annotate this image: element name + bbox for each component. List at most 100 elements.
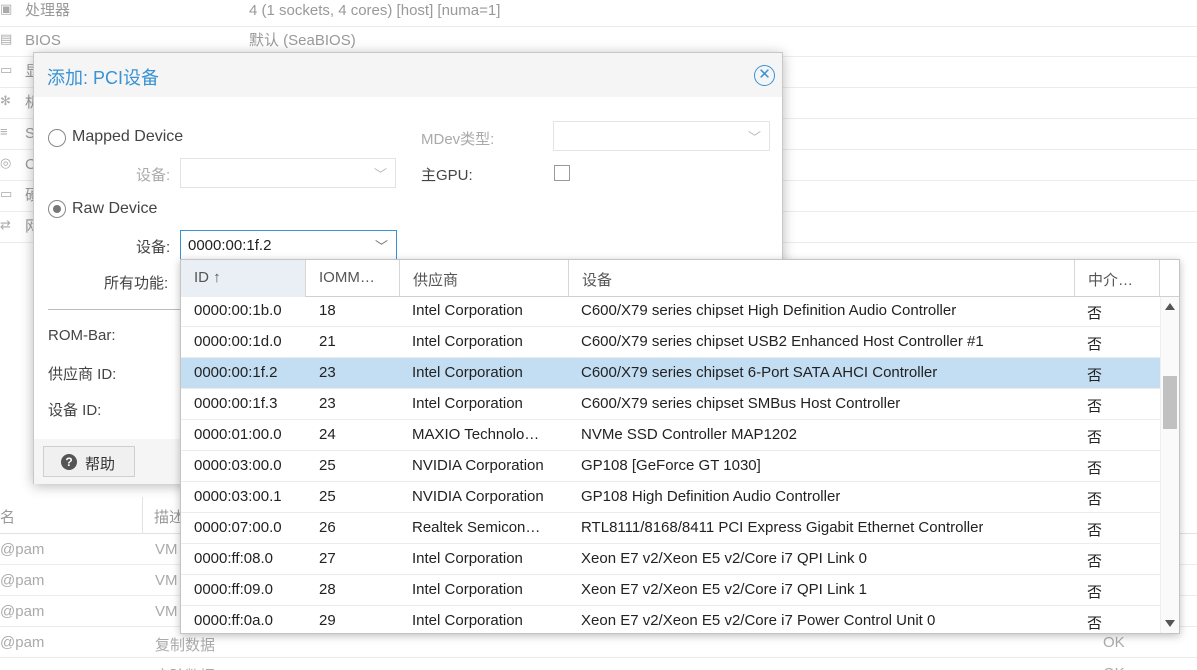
raw-device-label[interactable]: Raw Device (72, 200, 157, 218)
cell-iommu: 25 (319, 457, 336, 474)
help-icon: ? (61, 454, 77, 470)
column-header-mediated[interactable]: 中介… (1075, 260, 1160, 297)
table-row[interactable]: 0000:00:1f.3 23 Intel Corporation C600/X79 … (181, 389, 1160, 420)
task-user: @pam (0, 572, 45, 589)
cell-device: GP108 [GeForce GT 1030] (581, 457, 761, 474)
tasks-header-user[interactable]: 名 (0, 506, 15, 527)
cell-id: 0000:01:00.0 (194, 426, 282, 443)
cell-mediated: 否 (1087, 522, 1103, 539)
config-row[interactable]: ▣ 处理器 4 (1 sockets, 4 cores) [host] [numa=… (0, 0, 1197, 27)
cell-device: C600/X79 series chipset SMBus Host Contr… (581, 395, 901, 412)
cell-iommu: 23 (319, 395, 336, 412)
column-header-vendor-label: 供应商 (413, 272, 459, 289)
column-header-id-label: ID (194, 269, 209, 286)
table-row-selected[interactable]: 0000:00:1f.2 23 Intel Corporation C600/X79 … (181, 358, 1160, 389)
table-row[interactable]: 0000:00:1b.0 18 Intel Corporation C600/X79 … (181, 296, 1160, 327)
scroll-down-arrow-icon[interactable] (1165, 620, 1175, 627)
picker-header: ID ↑ IOMM… 供应商 设备 中介… (181, 260, 1179, 297)
gear-icon: ✻ (0, 93, 11, 108)
column-header-device[interactable]: 设备 (569, 260, 1075, 297)
raw-device-combo[interactable]: 0000:00:1f.2 ﹀ (180, 230, 397, 260)
cell-device: C600/X79 series chipset 6-Port SATA AHCI… (581, 364, 938, 381)
task-description: VM (155, 572, 178, 589)
mapped-device-label[interactable]: Mapped Device (72, 128, 183, 146)
disc-icon: ◎ (0, 155, 12, 170)
table-row[interactable]: 0000:ff:0a.0 29 Intel Corporation Xeon E7 v… (181, 606, 1160, 633)
sort-ascending-icon: ↑ (213, 269, 221, 286)
cell-iommu: 26 (319, 519, 336, 536)
chevron-down-icon: ﹀ (747, 130, 761, 145)
cell-id: 0000:ff:0a.0 (194, 612, 273, 629)
all-functions-label: 所有功能: (104, 275, 169, 292)
pci-device-picker: ID ↑ IOMM… 供应商 设备 中介… 0000:00:1b.0 18 Inte… (180, 259, 1180, 634)
cpu-icon: ▣ (0, 1, 13, 16)
cell-id: 0000:00:1b.0 (194, 302, 282, 319)
cell-mediated: 否 (1087, 615, 1103, 632)
chip-icon: ▤ (0, 31, 13, 46)
picker-scrollbar[interactable] (1160, 297, 1179, 633)
scroll-up-arrow-icon[interactable] (1165, 303, 1175, 310)
task-description: 复制数据 (155, 637, 216, 654)
cell-mediated: 否 (1087, 584, 1103, 601)
monitor-icon: ▭ (0, 62, 13, 77)
mapped-device-radio[interactable] (48, 129, 66, 147)
cell-vendor: Intel Corporation (412, 612, 523, 629)
cell-vendor: MAXIO Technolo… (412, 426, 540, 443)
column-header-id[interactable]: ID ↑ (181, 260, 306, 297)
column-header-vendor[interactable]: 供应商 (400, 260, 569, 297)
cell-id: 0000:03:00.0 (194, 457, 282, 474)
cell-iommu: 24 (319, 426, 336, 443)
primary-gpu-checkbox[interactable] (554, 165, 570, 181)
cell-iommu: 29 (319, 612, 336, 629)
column-header-mediated-label: 中介… (1088, 272, 1134, 289)
chevron-down-icon: ﹀ (374, 239, 388, 254)
cell-mediated: 否 (1087, 305, 1103, 322)
device-id-label: 设备 ID: (48, 402, 102, 419)
mdev-type-combo[interactable]: ﹀ (553, 121, 770, 151)
cell-vendor: NVIDIA Corporation (412, 457, 544, 474)
column-header-iommu-label: IOMM… (319, 269, 375, 286)
raw-device-radio[interactable] (48, 200, 66, 218)
table-row[interactable]: 0000:07:00.0 26 Realtek Semicon… RTL8111/81… (181, 513, 1160, 544)
cell-iommu: 25 (319, 488, 336, 505)
cell-device: C600/X79 series chipset USB2 Enhanced Ho… (581, 333, 984, 350)
table-row[interactable]: 0000:01:00.0 24 MAXIO Technolo… NVMe SSD Co… (181, 420, 1160, 451)
cell-mediated: 否 (1087, 429, 1103, 446)
task-status: OK (1103, 634, 1125, 651)
cell-id: 0000:00:1f.3 (194, 395, 278, 412)
table-row[interactable]: 0000:ff:08.0 27 Intel Corporation Xeon E7 v… (181, 544, 1160, 575)
hdd-icon: ▭ (0, 186, 13, 201)
cell-vendor: Intel Corporation (412, 333, 523, 350)
cell-vendor: Intel Corporation (412, 302, 523, 319)
cell-device: NVMe SSD Controller MAP1202 (581, 426, 797, 443)
cell-iommu: 27 (319, 550, 336, 567)
cell-vendor: NVIDIA Corporation (412, 488, 544, 505)
section-divider (48, 309, 183, 310)
table-row[interactable]: 0000:ff:09.0 28 Intel Corporation Xeon E7 v… (181, 575, 1160, 606)
cell-vendor: Intel Corporation (412, 395, 523, 412)
table-row[interactable]: 0000:03:00.0 25 NVIDIA Corporation GP108 [G… (181, 451, 1160, 482)
table-row[interactable]: 0000:00:1d.0 21 Intel Corporation C600/X79 … (181, 327, 1160, 358)
close-icon[interactable]: ✕ (754, 65, 775, 86)
task-status: OK (1103, 665, 1125, 670)
table-row[interactable]: 0000:03:00.1 25 NVIDIA Corporation GP108 Hi… (181, 482, 1160, 513)
cell-device: GP108 High Definition Audio Controller (581, 488, 841, 505)
cell-iommu: 18 (319, 302, 336, 319)
cell-device: Xeon E7 v2/Xeon E5 v2/Core i7 Power Cont… (581, 612, 936, 629)
exchange-icon: ⇄ (0, 217, 11, 232)
chevron-down-icon: ﹀ (373, 167, 387, 182)
cell-mediated: 否 (1087, 398, 1103, 415)
column-header-iommu[interactable]: IOMM… (306, 260, 400, 297)
mapped-device-combo[interactable]: ﹀ (180, 158, 396, 188)
mdev-type-label: MDev类型: (421, 131, 495, 148)
cell-mediated: 否 (1087, 336, 1103, 353)
cell-mediated: 否 (1087, 367, 1103, 384)
mapped-device-field-label: 设备: (136, 167, 171, 184)
cell-device: RTL8111/8168/8411 PCI Express Gigabit Et… (581, 519, 984, 536)
cell-vendor: Realtek Semicon… (412, 519, 541, 536)
scrollbar-thumb[interactable] (1163, 376, 1177, 429)
table-row[interactable]: 实验数据 OK (0, 658, 1197, 670)
cell-id: 0000:03:00.1 (194, 488, 282, 505)
help-button[interactable]: ? 帮助 (43, 446, 135, 477)
config-row-value: 4 (1 sockets, 4 cores) [host] [numa=1] (249, 2, 501, 19)
